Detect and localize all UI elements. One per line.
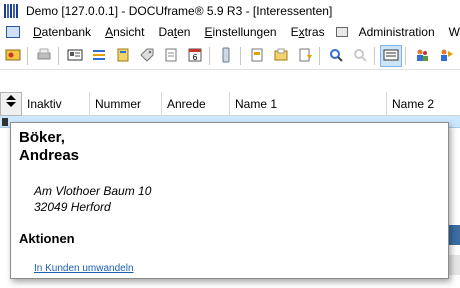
tag-icon bbox=[139, 47, 155, 66]
app-window: Demo [127.0.0.1] - DOCUframe® 5.9 R3 - [… bbox=[0, 0, 460, 288]
print-button[interactable] bbox=[33, 45, 55, 67]
contact-name-last: Böker, bbox=[19, 129, 65, 146]
new-document-button[interactable] bbox=[246, 45, 268, 67]
document-button[interactable] bbox=[160, 45, 182, 67]
menu-window[interactable]: W bbox=[442, 25, 460, 39]
folder-button[interactable] bbox=[112, 45, 134, 67]
row-selector-icon bbox=[2, 118, 8, 126]
menu-administration[interactable]: Administration bbox=[352, 25, 442, 39]
menu-ansicht[interactable]: Ansicht bbox=[98, 25, 151, 39]
grid-header: Inaktiv Nummer Anrede Name 1 Name 2 bbox=[0, 92, 460, 116]
contact-address: Am Vlothoer Baum 10 32049 Herford bbox=[34, 183, 151, 215]
convert-to-customer-link[interactable]: In Kunden umwandeln bbox=[34, 263, 134, 274]
menu-datenbank[interactable]: Datenbank bbox=[26, 25, 98, 39]
user-transfer-button[interactable] bbox=[435, 45, 457, 67]
toolbar: 6 bbox=[0, 43, 460, 70]
address-city: 32049 Herford bbox=[34, 200, 111, 214]
search-button[interactable] bbox=[325, 45, 347, 67]
open-document-button[interactable] bbox=[270, 45, 292, 67]
contacts-button[interactable] bbox=[2, 45, 24, 67]
column-header-nummer[interactable]: Nummer bbox=[90, 92, 162, 116]
toolbar-separator bbox=[58, 47, 59, 65]
svg-text:6: 6 bbox=[192, 53, 197, 62]
search-disabled-button[interactable] bbox=[349, 45, 371, 67]
window-title: Demo [127.0.0.1] - DOCUframe® 5.9 R3 - [… bbox=[26, 4, 333, 18]
user-transfer-icon bbox=[438, 47, 454, 66]
calendar-icon: 6 bbox=[187, 47, 203, 66]
toolbar-separator bbox=[374, 47, 375, 65]
column-header-inaktiv[interactable]: Inaktiv bbox=[22, 92, 90, 116]
card-button[interactable] bbox=[64, 45, 86, 67]
toolbar-separator bbox=[319, 47, 320, 65]
system-menu-icon[interactable] bbox=[6, 26, 20, 38]
title-bar: Demo [127.0.0.1] - DOCUframe® 5.9 R3 - [… bbox=[0, 0, 460, 22]
contact-name-first: Andreas bbox=[19, 147, 80, 164]
actions-heading: Aktionen bbox=[19, 231, 75, 246]
phone-icon bbox=[218, 47, 234, 66]
admin-menu-icon bbox=[335, 27, 348, 37]
search-disabled-icon bbox=[352, 47, 368, 66]
address-street: Am Vlothoer Baum 10 bbox=[34, 184, 152, 198]
column-header-name2[interactable]: Name 2 bbox=[387, 92, 460, 116]
users-button[interactable] bbox=[411, 45, 433, 67]
menu-daten[interactable]: Daten bbox=[151, 25, 197, 39]
contact-popup-card: Böker, Andreas Am Vlothoer Baum 10 32049… bbox=[10, 122, 449, 279]
card-icon bbox=[67, 47, 83, 66]
phone-button[interactable] bbox=[215, 45, 237, 67]
tag-button[interactable] bbox=[136, 45, 158, 67]
app-logo-icon bbox=[4, 4, 20, 18]
toolbar-separator bbox=[27, 47, 28, 65]
list-button[interactable] bbox=[88, 45, 110, 67]
background-panel bbox=[448, 225, 460, 245]
view-card-button[interactable] bbox=[380, 45, 402, 67]
search-icon bbox=[328, 47, 344, 66]
sort-toggle-button[interactable] bbox=[0, 92, 22, 116]
background-panel bbox=[448, 255, 460, 275]
toolbar-separator bbox=[240, 47, 241, 65]
print-icon bbox=[36, 47, 52, 66]
column-header-name1[interactable]: Name 1 bbox=[230, 92, 387, 116]
folder-icon bbox=[115, 47, 131, 66]
calendar-button[interactable]: 6 bbox=[184, 45, 206, 67]
export-document-button[interactable] bbox=[294, 45, 316, 67]
open-document-icon bbox=[273, 47, 289, 66]
sort-updown-icon bbox=[5, 93, 17, 115]
menu-einstellungen[interactable]: Einstellungen bbox=[197, 25, 283, 39]
column-header-anrede[interactable]: Anrede bbox=[162, 92, 230, 116]
list-icon bbox=[91, 47, 107, 66]
new-document-icon bbox=[249, 47, 265, 66]
document-icon bbox=[163, 47, 179, 66]
menu-extras[interactable]: Extras bbox=[284, 25, 332, 39]
view-card-icon bbox=[383, 47, 399, 66]
toolbar-separator bbox=[405, 47, 406, 65]
contact-name: Böker, Andreas bbox=[19, 129, 79, 165]
export-document-icon bbox=[297, 47, 313, 66]
users-icon bbox=[414, 47, 430, 66]
menu-bar: Datenbank Ansicht Daten Einstellungen Ex… bbox=[0, 22, 460, 42]
toolbar-separator bbox=[209, 47, 210, 65]
contacts-icon bbox=[5, 47, 21, 66]
